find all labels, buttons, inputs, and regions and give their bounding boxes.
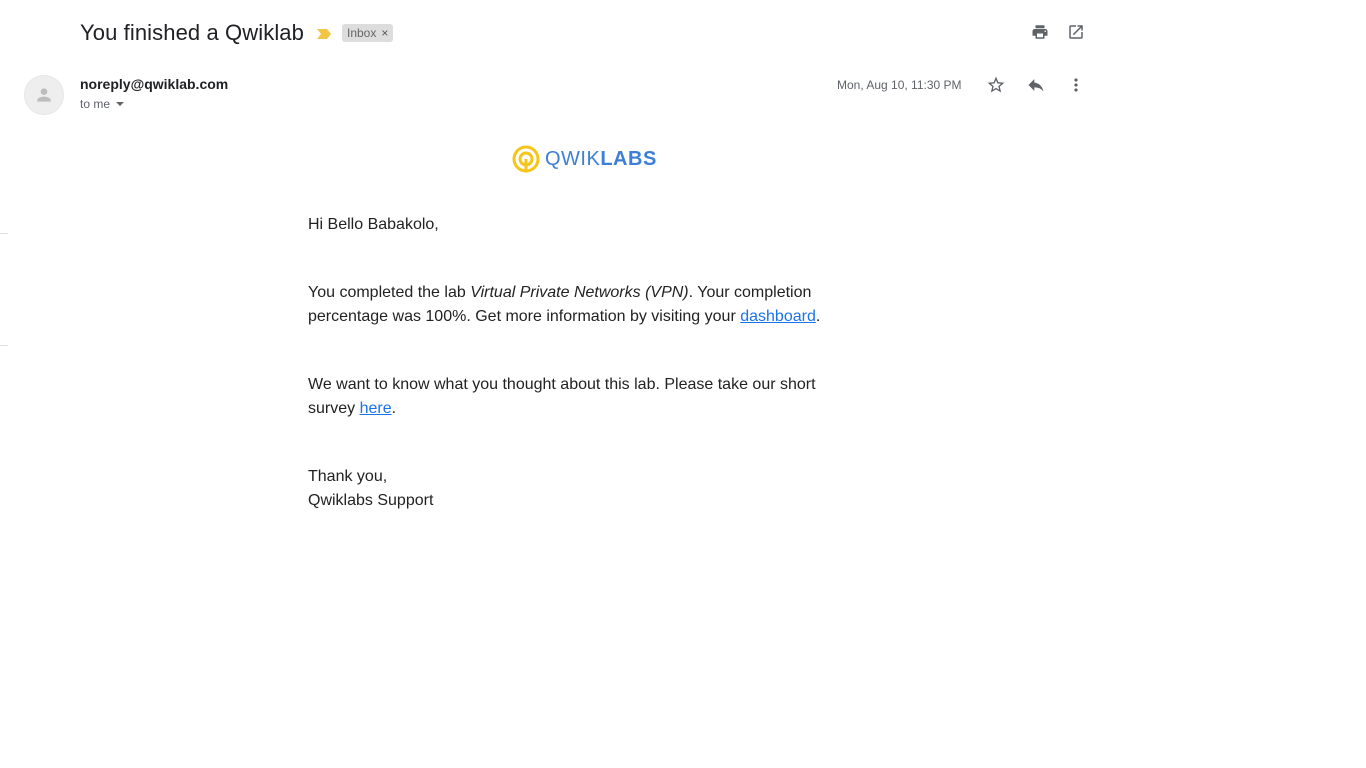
recipient-label: to me (80, 97, 111, 111)
recipient-details[interactable]: to me (80, 97, 125, 111)
subject-row: You finished a Qwiklab Inbox × (80, 18, 394, 48)
survey-paragraph: We want to know what you thought about t… (308, 373, 838, 421)
message-actions (986, 75, 1086, 95)
remove-label-icon[interactable]: × (381, 26, 388, 40)
person-icon (37, 88, 51, 102)
email-date: Mon, Aug 10, 11:30 PM (837, 78, 962, 92)
star-icon[interactable] (986, 75, 1006, 95)
logo-text-light: QWIK (545, 147, 601, 170)
open-in-new-window-icon[interactable] (1066, 22, 1086, 42)
divider (0, 345, 8, 346)
dashboard-link[interactable]: dashboard (740, 308, 816, 325)
thread-actions (1030, 22, 1086, 42)
greeting: Hi Bello Babakolo, (308, 216, 439, 233)
importance-marker-icon[interactable] (316, 27, 332, 39)
label-chip-text: Inbox (346, 26, 377, 40)
survey-link[interactable]: here (360, 400, 392, 417)
reply-icon[interactable] (1026, 75, 1046, 95)
logo-text-bold: LABS (600, 147, 657, 170)
closing: Thank you, (308, 468, 388, 485)
divider (0, 233, 8, 234)
more-vertical-icon[interactable] (1066, 75, 1086, 95)
email-view: You finished a Qwiklab Inbox × noreply@q… (0, 0, 1366, 768)
lab-name: Virtual Private Networks (VPN) (470, 284, 689, 301)
p1-end: . (815, 308, 821, 325)
label-chip-inbox: Inbox × (341, 24, 394, 42)
sender-avatar[interactable] (24, 75, 64, 115)
logo-wordmark: QWIKLABS (545, 148, 657, 171)
print-icon[interactable] (1030, 22, 1050, 42)
sender-address[interactable]: noreply@qwiklab.com (80, 76, 228, 92)
p2-end: . (391, 400, 397, 417)
chevron-down-icon (116, 102, 125, 106)
completion-paragraph: You completed the lab Virtual Private Ne… (308, 281, 838, 329)
email-body: Hi Bello Babakolo, You completed the lab… (308, 213, 838, 513)
signature: Qwiklabs Support (308, 492, 434, 509)
email-subject: You finished a Qwiklab (80, 20, 304, 45)
qwiklabs-logo: QWIKLABS (512, 145, 657, 173)
qwiklabs-logo-icon (512, 145, 540, 173)
p1-text: You completed the lab (308, 284, 471, 301)
